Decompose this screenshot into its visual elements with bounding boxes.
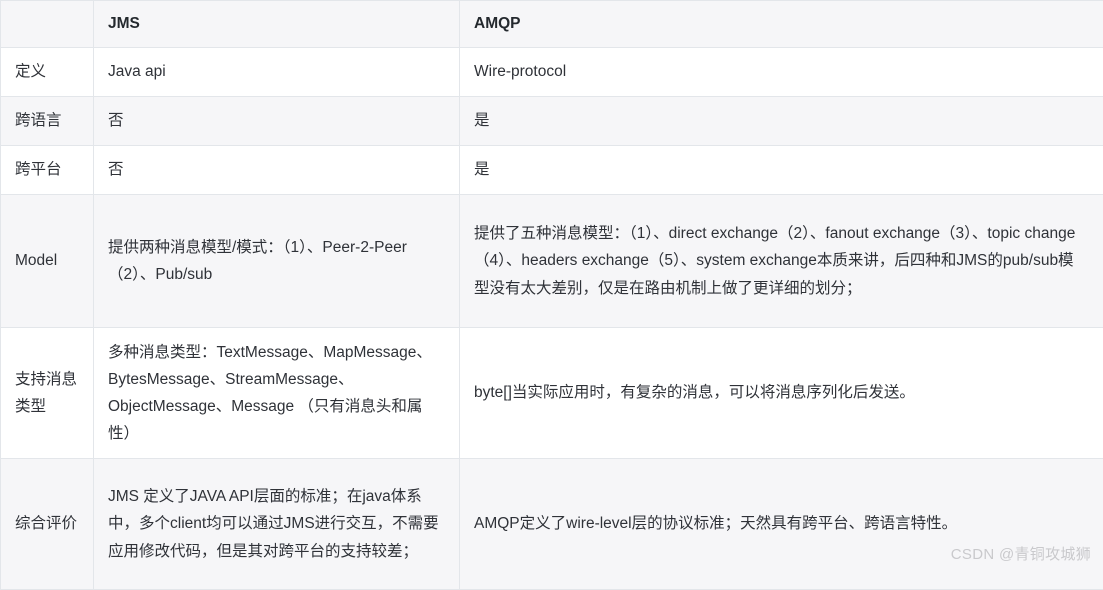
cell-amqp-message-types: byte[]当实际应用时，有复杂的消息，可以将消息序列化后发送。 — [460, 328, 1103, 459]
cell-jms-cross-language: 否 — [94, 97, 460, 146]
table-row: 综合评价 JMS 定义了JAVA API层面的标准；在java体系中，多个cli… — [1, 459, 1103, 590]
table-body: 定义 Java api Wire-protocol 跨语言 否 是 跨平台 否 … — [1, 48, 1103, 590]
table-row: 支持消息类型 多种消息类型：TextMessage、MapMessage、Byt… — [1, 328, 1103, 459]
row-label-overall-evaluation: 综合评价 — [1, 459, 94, 590]
cell-amqp-overall-evaluation: AMQP定义了wire-level层的协议标准；天然具有跨平台、跨语言特性。 — [460, 459, 1103, 590]
table-row: 跨平台 否 是 — [1, 146, 1103, 195]
cell-amqp-model: 提供了五种消息模型：（1）、direct exchange（2）、fanout … — [460, 195, 1103, 328]
row-label-definition: 定义 — [1, 48, 94, 97]
column-header-amqp: AMQP — [460, 1, 1103, 48]
cell-amqp-cross-platform: 是 — [460, 146, 1103, 195]
table-header: JMS AMQP — [1, 1, 1103, 48]
cell-amqp-definition: Wire-protocol — [460, 48, 1103, 97]
cell-jms-cross-platform: 否 — [94, 146, 460, 195]
cell-amqp-cross-language: 是 — [460, 97, 1103, 146]
cell-jms-model: 提供两种消息模型/模式：（1）、Peer-2-Peer（2）、Pub/sub — [94, 195, 460, 328]
row-label-model: Model — [1, 195, 94, 328]
row-label-cross-platform: 跨平台 — [1, 146, 94, 195]
cell-jms-definition: Java api — [94, 48, 460, 97]
table-row: 跨语言 否 是 — [1, 97, 1103, 146]
comparison-table-container: JMS AMQP 定义 Java api Wire-protocol 跨语言 否… — [0, 0, 1103, 572]
table-row: Model 提供两种消息模型/模式：（1）、Peer-2-Peer（2）、Pub… — [1, 195, 1103, 328]
column-header-jms: JMS — [94, 1, 460, 48]
cell-jms-message-types: 多种消息类型：TextMessage、MapMessage、BytesMessa… — [94, 328, 460, 459]
table-row: 定义 Java api Wire-protocol — [1, 48, 1103, 97]
table-header-row: JMS AMQP — [1, 1, 1103, 48]
row-label-cross-language: 跨语言 — [1, 97, 94, 146]
row-label-message-types: 支持消息类型 — [1, 328, 94, 459]
cell-jms-overall-evaluation: JMS 定义了JAVA API层面的标准；在java体系中，多个client均可… — [94, 459, 460, 590]
column-header-attribute — [1, 1, 94, 48]
jms-amqp-comparison-table: JMS AMQP 定义 Java api Wire-protocol 跨语言 否… — [0, 0, 1103, 590]
